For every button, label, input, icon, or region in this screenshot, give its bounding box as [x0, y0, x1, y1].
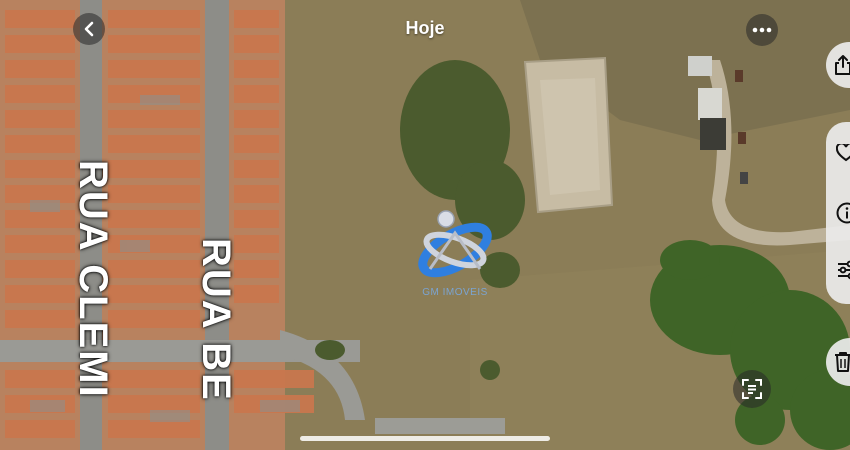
adjust-button[interactable]: [836, 260, 850, 285]
text-scan-icon: [742, 379, 762, 399]
watermark-text: GM IMOVEIS: [422, 287, 488, 298]
share-icon: [835, 55, 850, 75]
sliders-icon: [838, 260, 850, 280]
photo-top-bar: Hoje: [0, 0, 850, 60]
street-label-rua-clemi: RUA CLEMI: [71, 160, 115, 399]
more-options-button[interactable]: [746, 14, 778, 46]
street-label-rua-be: RUA BE: [194, 238, 238, 402]
home-indicator[interactable]: [300, 436, 550, 441]
photo-actions-panel: [826, 122, 850, 304]
page-title: Hoje: [405, 18, 445, 38]
live-text-button[interactable]: [733, 370, 771, 408]
watermark-emblem: [418, 210, 492, 278]
watermark-logo: GM IMOVEIS: [410, 205, 500, 300]
trash-icon: [835, 352, 850, 372]
info-button[interactable]: [836, 202, 850, 229]
heart-icon: [835, 142, 850, 162]
ellipsis-icon: [752, 27, 772, 33]
info-icon: [836, 202, 850, 224]
favorite-button[interactable]: [835, 142, 850, 167]
